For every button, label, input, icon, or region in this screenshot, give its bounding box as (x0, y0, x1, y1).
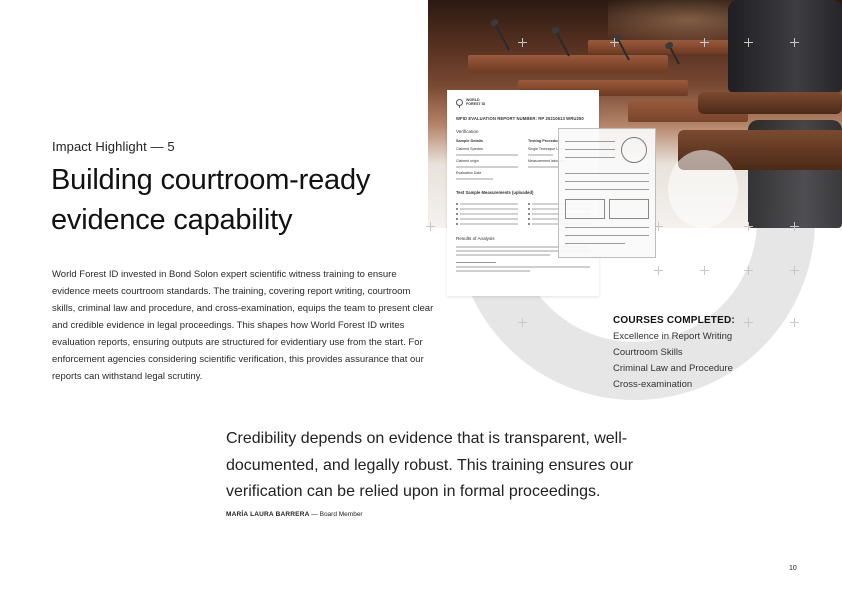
course-item: Excellence in Report Writing (613, 331, 733, 342)
report-bullets (456, 200, 518, 228)
report-footnote-rule (456, 262, 496, 263)
crosshair-mark (790, 222, 799, 231)
crosshair-mark (744, 266, 753, 275)
leaf-icon (456, 98, 463, 108)
report-logo: WORLD FOREST ID (456, 98, 590, 108)
photo-microphone (554, 30, 570, 57)
report-lines (456, 166, 518, 168)
certificate-line (565, 173, 649, 174)
quote-attribution: MARÍA LAURA BARRERA — Board Member (226, 511, 363, 518)
body-paragraph: World Forest ID invested in Bond Solon e… (52, 269, 434, 382)
crosshair-mark (700, 38, 709, 47)
courses-title: COURSES COMPLETED: (613, 315, 735, 326)
section-kicker: Impact Highlight — 5 (52, 139, 175, 154)
report-title: WFID EVALUATION REPORT NUMBER: RP 202106… (456, 116, 584, 121)
report-sample-details-heading: Sample Details (456, 139, 484, 143)
crosshair-mark (790, 266, 799, 275)
page-number: 10 (789, 565, 797, 572)
crosshair-mark (518, 38, 527, 47)
certificate-line (565, 149, 615, 150)
report-label: Claimed origin (456, 159, 479, 163)
quote-author-name: MARÍA LAURA BARRERA (226, 511, 310, 518)
certificate-line (565, 181, 649, 182)
crosshair-mark (790, 38, 799, 47)
certificate-box (609, 199, 649, 219)
report-label: Evaluation Date (456, 171, 482, 175)
photo-highlight (668, 150, 738, 228)
certificate-line (565, 243, 625, 244)
photo-microphone (494, 23, 510, 51)
certificate-line (565, 157, 615, 158)
courses-completed: COURSES COMPLETED: Excellence in Report … (613, 315, 813, 393)
certificate-line (565, 227, 649, 228)
pull-quote: Credibility depends on evidence that is … (226, 430, 634, 500)
certificate-line (565, 141, 615, 142)
photo-desk (468, 55, 668, 73)
certificate-line (565, 235, 649, 236)
crosshair-mark (610, 38, 619, 47)
courses-list: Excellence in Report Writing Courtroom S… (613, 329, 813, 393)
page-headline: Building courtroom-ready evidence capabi… (51, 164, 371, 236)
report-lines (456, 154, 518, 156)
certificate-stamp (621, 137, 647, 163)
course-item: Criminal Law and Procedure (613, 363, 733, 374)
report-logo-text: WORLD FOREST ID (466, 98, 486, 106)
report-label: Claimed Species (456, 147, 483, 151)
crosshair-mark (744, 38, 753, 47)
course-item: Cross-examination (613, 379, 693, 390)
photo-armrest (698, 92, 842, 114)
certificate-box (565, 199, 605, 219)
crosshair-mark (518, 318, 527, 327)
certificate-line (565, 189, 649, 190)
crosshair-mark (700, 266, 709, 275)
course-item: Courtroom Skills (613, 347, 683, 358)
quote-author-role: — Board Member (311, 511, 363, 518)
crosshair-mark (654, 266, 663, 275)
crosshair-mark (744, 222, 753, 231)
report-footnote-lines (456, 266, 590, 272)
report-lines (456, 178, 518, 180)
scanned-certificate-image (558, 128, 656, 258)
report-sample-details: Sample Details Claimed Species Claimed o… (456, 139, 518, 182)
